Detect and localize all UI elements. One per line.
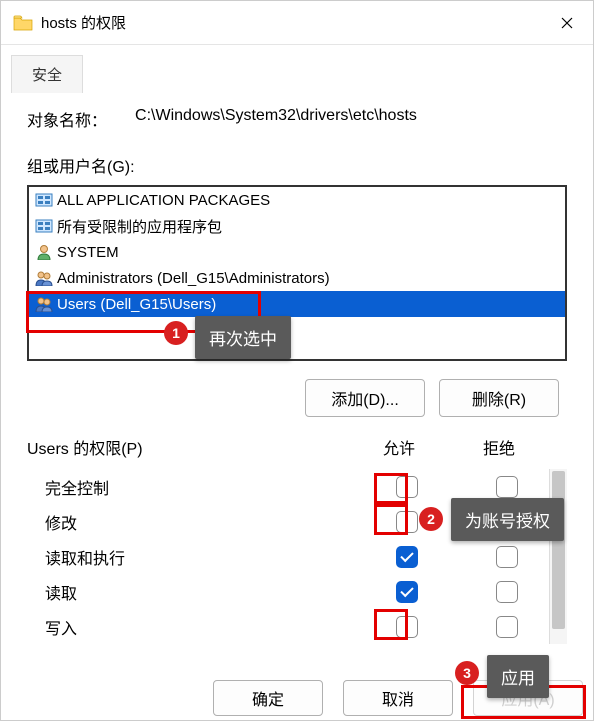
group-item-label: Users (Dell_G15\Users) [57, 296, 216, 313]
tab-row: 安全 [1, 45, 593, 93]
annotation-tooltip-1: 再次选中 [195, 316, 291, 359]
allow-col-header: 允许 [349, 435, 449, 459]
permission-row: 读取 [27, 574, 567, 609]
package-icon [35, 192, 53, 208]
titlebar: hosts 的权限 [1, 1, 593, 45]
user-icon [35, 244, 53, 260]
groups-listbox[interactable]: ALL APPLICATION PACKAGES 所有受限制的应用程序包 SYSTE… [27, 185, 567, 361]
allow-checkbox[interactable] [396, 546, 418, 568]
group-list-item[interactable]: Administrators (Dell_G15\Administrators) [29, 265, 565, 291]
deny-checkbox[interactable] [496, 476, 518, 498]
object-value: C:\Windows\System32\drivers\etc\hosts [135, 107, 417, 131]
add-button[interactable]: 添加(D)... [305, 379, 425, 417]
group-list-item[interactable]: SYSTEM [29, 239, 565, 265]
cancel-button[interactable]: 取消 [343, 680, 453, 716]
object-row: 对象名称： C:\Windows\System32\drivers\etc\ho… [27, 107, 567, 131]
group-item-label: ALL APPLICATION PACKAGES [57, 192, 270, 209]
permission-row: 读取和执行 [27, 539, 567, 574]
allow-checkbox[interactable] [396, 616, 418, 638]
package-icon [35, 218, 53, 234]
group-item-label: 所有受限制的应用程序包 [57, 216, 222, 237]
group-list-item[interactable]: Users (Dell_G15\Users) [29, 291, 565, 317]
permission-label: 读取和执行 [27, 545, 357, 569]
allow-checkbox[interactable] [396, 511, 418, 533]
allow-checkbox[interactable] [396, 476, 418, 498]
group-item-label: SYSTEM [57, 244, 119, 261]
group-list-item[interactable]: 所有受限制的应用程序包 [29, 213, 565, 239]
scrollbar-vertical[interactable] [549, 469, 567, 644]
remove-button[interactable]: 删除(R) [439, 379, 559, 417]
window-title: hosts 的权限 [41, 12, 547, 33]
permission-label: 写入 [27, 615, 357, 639]
deny-checkbox[interactable] [496, 546, 518, 568]
permission-label: 读取 [27, 580, 357, 604]
permission-row: 写入 [27, 609, 567, 644]
permissions-header: Users 的权限(P) 允许 拒绝 [27, 435, 567, 469]
object-label: 对象名称： [27, 107, 107, 131]
ok-button[interactable]: 确定 [213, 680, 323, 716]
annotation-badge-1: 1 [164, 321, 188, 345]
annotation-badge-2: 2 [419, 507, 443, 531]
folder-icon [13, 15, 33, 31]
group-icon [35, 296, 53, 312]
group-list-item[interactable]: ALL APPLICATION PACKAGES [29, 187, 565, 213]
group-icon [35, 270, 53, 286]
deny-checkbox[interactable] [496, 581, 518, 603]
permission-label: 完全控制 [27, 475, 357, 499]
close-button[interactable] [547, 8, 587, 38]
annotation-tooltip-3: 应用 [487, 655, 549, 698]
deny-col-header: 拒绝 [449, 435, 549, 459]
close-icon [561, 17, 573, 29]
annotation-badge-3: 3 [455, 661, 479, 685]
permissions-label: Users 的权限(P) [27, 435, 349, 459]
permissions-area: 完全控制修改读取和执行读取写入 [27, 469, 567, 644]
deny-checkbox[interactable] [496, 616, 518, 638]
scrollbar-thumb[interactable] [552, 471, 565, 629]
group-item-label: Administrators (Dell_G15\Administrators) [57, 270, 330, 287]
tab-security[interactable]: 安全 [11, 55, 83, 93]
allow-checkbox[interactable] [396, 581, 418, 603]
groups-label: 组或用户名(G): [27, 153, 567, 177]
annotation-tooltip-2: 为账号授权 [451, 498, 564, 541]
permission-label: 修改 [27, 510, 357, 534]
